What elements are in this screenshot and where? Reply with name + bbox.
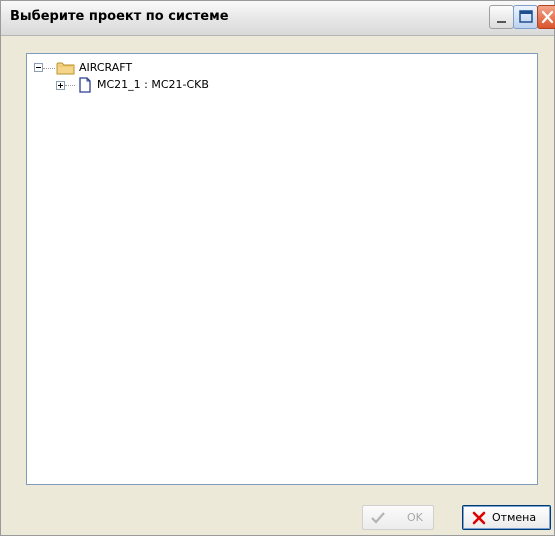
expand-toggle[interactable]	[56, 81, 65, 90]
ok-button-label: OK	[407, 511, 423, 524]
minimize-icon	[497, 21, 506, 23]
tree-item-mc21[interactable]: MC21_1 : MC21-CKB	[27, 77, 327, 93]
tree-item-label: MC21_1 : MC21-CKB	[97, 78, 209, 91]
close-button[interactable]	[537, 5, 555, 29]
tree-connector	[65, 85, 75, 86]
minimize-button[interactable]	[489, 5, 514, 29]
cancel-button-label: Отмена	[492, 511, 537, 524]
dialog-window: Выберите проект по системе AIRCRAFT MC21…	[0, 0, 555, 536]
window-title: Выберите проект по системе	[10, 9, 229, 24]
plus-icon	[58, 83, 63, 88]
collapse-toggle[interactable]	[34, 63, 43, 72]
checkmark-icon	[371, 512, 385, 524]
maximize-button[interactable]	[513, 5, 538, 29]
ok-button[interactable]: OK	[362, 505, 434, 530]
title-bar[interactable]: Выберите проект по системе	[1, 1, 555, 36]
project-tree[interactable]: AIRCRAFT MC21_1 : MC21-CKB	[26, 53, 538, 485]
cancel-button[interactable]: Отмена	[462, 505, 551, 530]
tree-item-aircraft[interactable]: AIRCRAFT	[27, 60, 327, 76]
tree-item-label: AIRCRAFT	[79, 61, 133, 74]
x-icon	[472, 511, 486, 525]
tree-connector	[43, 68, 55, 69]
document-icon	[78, 77, 92, 96]
close-icon	[541, 10, 554, 24]
minus-icon	[36, 67, 41, 68]
maximize-icon	[519, 10, 533, 23]
